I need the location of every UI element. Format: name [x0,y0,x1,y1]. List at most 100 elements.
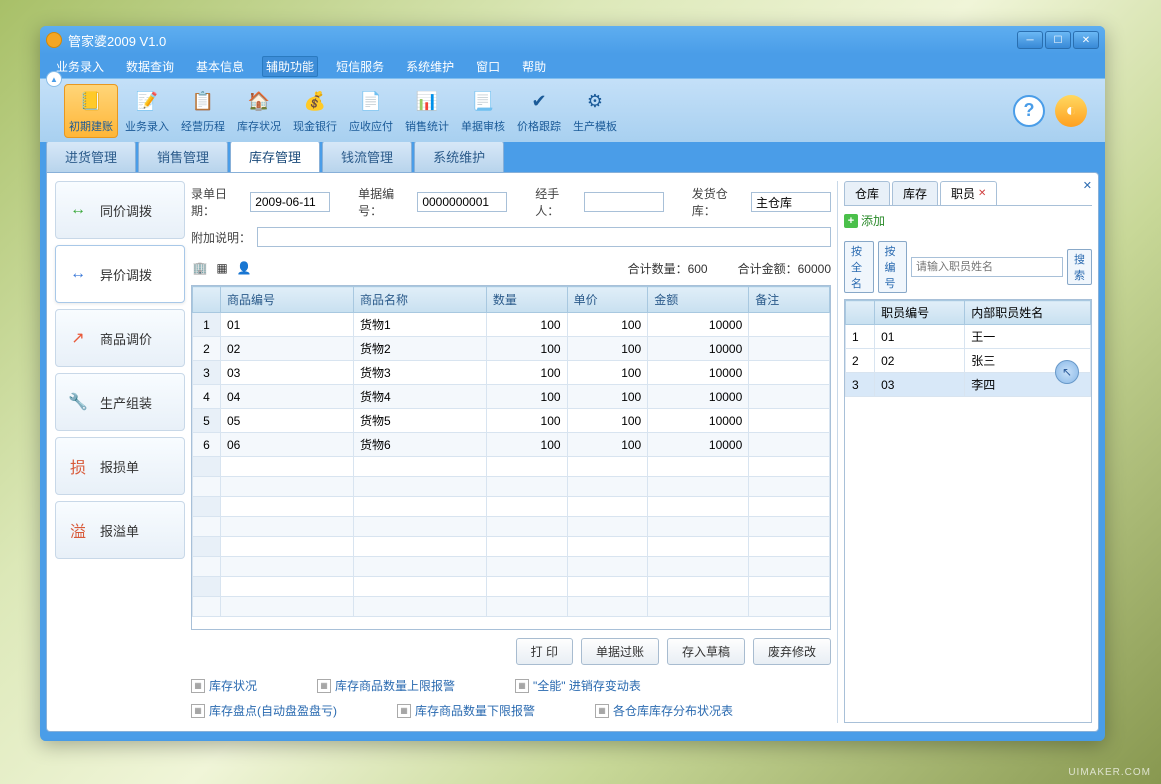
sidebar-item-1[interactable]: ↔异价调拨 [55,245,185,303]
sidebar-item-2[interactable]: ↗商品调价 [55,309,185,367]
employee-grid[interactable]: 职员编号内部职员姓名101王一202张三303李四 ↖ [844,299,1092,723]
table-row[interactable]: 505货物510010010000 [193,409,830,433]
rp-tab-0[interactable]: 仓库 [844,181,890,205]
link-icon: ▦ [317,679,331,693]
search-input[interactable] [911,257,1063,277]
panel-close-icon[interactable]: ✕ [1083,179,1092,192]
help-icon[interactable]: ? [1013,95,1045,127]
tab-close-icon[interactable]: ✕ [978,188,986,199]
sidebar-item-0[interactable]: ↔同价调拨 [55,181,185,239]
quick-link[interactable]: ▦库存状况 [191,677,257,694]
main-panel: 录单日期： 单据编号： 经手人： 发货仓库： 附加说明： 🏢 ▦ [191,181,831,723]
search-button[interactable]: 搜索 [1067,249,1092,285]
tool-icon: 🏠 [245,88,273,116]
sidebar-icon: ↔ [66,198,90,222]
handler-input[interactable] [584,192,664,212]
content-tab-1[interactable]: 销售管理 [138,140,228,172]
table-row[interactable]: 202货物210010010000 [193,337,830,361]
warehouse-input[interactable] [751,192,831,212]
quick-link[interactable]: ▦库存盘点(自动盘盈盘亏) [191,702,337,719]
maximize-button[interactable]: ☐ [1045,31,1071,49]
table-row[interactable] [193,537,830,557]
content-tab-3[interactable]: 钱流管理 [322,140,412,172]
filter-fullname-button[interactable]: 按全名 [844,241,874,293]
table-row[interactable] [193,477,830,497]
table-row[interactable]: 606货物610010010000 [193,433,830,457]
toolbar-btn-3[interactable]: 🏠库存状况 [232,84,286,138]
table-row[interactable] [193,457,830,477]
table-row[interactable]: 404货物410010010000 [193,385,830,409]
menu-item-2[interactable]: 基本信息 [192,56,248,77]
sidebar-item-4[interactable]: 损报损单 [55,437,185,495]
scroll-up-icon[interactable]: ↖ [1055,360,1079,384]
employee-row[interactable]: 303李四 [846,373,1091,397]
mini-person-icon[interactable]: 👤 [235,259,253,277]
status-user: 当前操作员：超级用户 [973,741,1093,742]
toolbar-btn-0[interactable]: 📒初期建账 [64,84,118,138]
quick-link[interactable]: ▦库存商品数量下限报警 [397,702,535,719]
content-tab-2[interactable]: 库存管理 [230,140,320,172]
sidebar-item-3[interactable]: 🔧生产组装 [55,373,185,431]
table-row[interactable] [193,597,830,617]
toolbar-btn-1[interactable]: 📝业务录入 [120,84,174,138]
status-time: 当前时间：2009年06月11日 星期四 18时30分 下午 [52,741,321,742]
mini-building-icon[interactable]: 🏢 [191,259,209,277]
rp-tab-2[interactable]: 职员 ✕ [940,181,997,205]
date-input[interactable] [250,192,330,212]
globe-icon[interactable]: ◐ [1055,95,1087,127]
add-button[interactable]: + 添加 [844,212,885,229]
action-btn-1[interactable]: 单据过账 [581,638,659,665]
action-btn-0[interactable]: 打 印 [516,638,573,665]
toolbar-btn-9[interactable]: ⚙生产模板 [568,84,622,138]
action-btn-2[interactable]: 存入草稿 [667,638,745,665]
main-grid[interactable]: 商品编号商品名称数量单价金额备注101货物110010010000202货物21… [191,285,831,630]
note-input[interactable] [257,227,831,247]
table-row[interactable] [193,517,830,537]
toolbar-btn-6[interactable]: 📊销售统计 [400,84,454,138]
content-tab-0[interactable]: 进货管理 [46,140,136,172]
close-button[interactable]: ✕ [1073,31,1099,49]
window-title: 管家婆2009 V1.0 [68,31,166,50]
menu-item-1[interactable]: 数据查询 [122,56,178,77]
table-row[interactable]: 303货物310010010000 [193,361,830,385]
menu-item-6[interactable]: 窗口 [472,56,504,77]
quick-link[interactable]: ▦"全能" 进销存变动表 [515,677,641,694]
action-buttons: 打 印单据过账存入草稿废弃修改 [191,630,831,673]
tool-icon: 📊 [413,88,441,116]
link-icon: ▦ [397,704,411,718]
link-icon: ▦ [595,704,609,718]
sidebar-item-5[interactable]: 溢报溢单 [55,501,185,559]
toolbar: ▲ 📒初期建账📝业务录入📋经营历程🏠库存状况💰现金银行📄应收应付📊销售统计📃单据… [40,78,1105,142]
content-tab-4[interactable]: 系统维护 [414,140,504,172]
note-label: 附加说明： [191,229,251,246]
filter-code-button[interactable]: 按编号 [878,241,908,293]
employee-row[interactable]: 202张三 [846,349,1091,373]
mini-grid-icon[interactable]: ▦ [213,259,231,277]
table-row[interactable]: 101货物110010010000 [193,313,830,337]
toolbar-btn-7[interactable]: 📃单据审核 [456,84,510,138]
table-row[interactable] [193,577,830,597]
watermark: UIMAKER.COM [1068,767,1151,778]
action-btn-3[interactable]: 废弃修改 [753,638,831,665]
menubar: 业务录入数据查询基本信息辅助功能短信服务系统维护窗口帮助 [40,54,1105,78]
toolbar-btn-8[interactable]: ✔价格跟踪 [512,84,566,138]
employee-row[interactable]: 101王一 [846,325,1091,349]
toolbar-btn-5[interactable]: 📄应收应付 [344,84,398,138]
table-row[interactable] [193,497,830,517]
titlebar[interactable]: 管家婆2009 V1.0 ─ ☐ ✕ [40,26,1105,54]
quick-link[interactable]: ▦各仓库库存分布状况表 [595,702,733,719]
menu-item-5[interactable]: 系统维护 [402,56,458,77]
docno-input[interactable] [417,192,507,212]
menu-item-7[interactable]: 帮助 [518,56,550,77]
toolbar-btn-4[interactable]: 💰现金银行 [288,84,342,138]
table-row[interactable] [193,557,830,577]
tool-icon: 📒 [77,88,105,116]
minimize-button[interactable]: ─ [1017,31,1043,49]
rp-tab-1[interactable]: 库存 [892,181,938,205]
toolbar-collapse-icon[interactable]: ▲ [46,71,62,87]
toolbar-btn-2[interactable]: 📋经营历程 [176,84,230,138]
menu-item-4[interactable]: 短信服务 [332,56,388,77]
quick-link[interactable]: ▦库存商品数量上限报警 [317,677,455,694]
menu-item-3[interactable]: 辅助功能 [262,56,318,77]
tool-icon: 📋 [189,88,217,116]
